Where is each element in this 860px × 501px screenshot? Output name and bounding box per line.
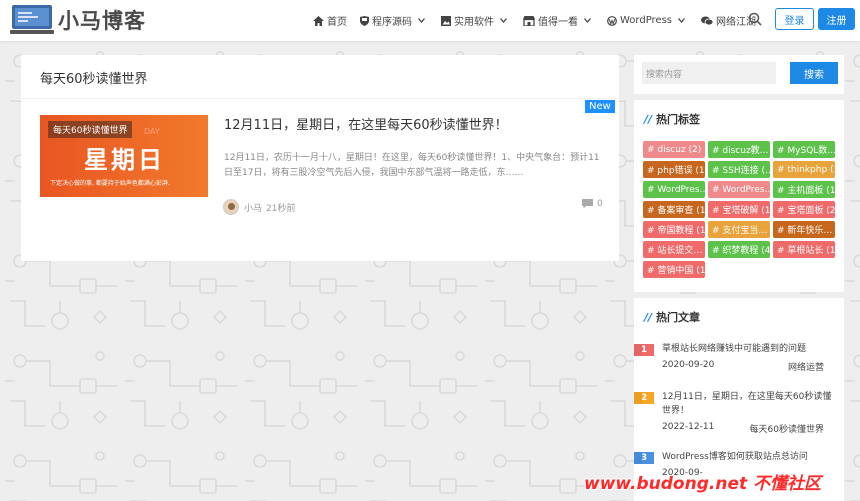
nav-software[interactable]: 实用软件: [441, 13, 510, 28]
chevron-down-icon: [678, 18, 686, 23]
login-button[interactable]: 登录: [775, 8, 814, 30]
image-icon: [441, 15, 451, 26]
logo-text: 小马博客: [58, 9, 146, 33]
search-icon[interactable]: [748, 12, 762, 26]
page-title: 每天60秒读懂世界: [40, 72, 148, 87]
post-title-link[interactable]: 12月11日，星期日，在这里每天60秒读懂世界！: [224, 114, 508, 133]
post-time: 21秒前: [266, 203, 296, 214]
tag-item[interactable]: # MySQL数…: [773, 141, 835, 158]
tag-item[interactable]: # discuz教…: [708, 141, 770, 158]
post-author[interactable]: 小马: [244, 201, 262, 214]
rank-badge: 3: [634, 452, 654, 464]
nav-wordpress[interactable]: WordPress: [607, 15, 688, 26]
tag-item[interactable]: # php错误 (1): [643, 161, 705, 178]
tag-item[interactable]: # 支付宝当…: [708, 221, 770, 238]
tag-item[interactable]: # SSH连接 (…: [708, 161, 770, 178]
home-icon: [313, 15, 324, 26]
chevron-down-icon: [418, 18, 425, 23]
tag-item[interactable]: # 营销中国 (1): [643, 261, 705, 278]
tag-item[interactable]: # discuz (2): [643, 141, 705, 158]
tag-item[interactable]: # 帝国教程 (1): [643, 221, 705, 238]
nav-source-code-label: 程序源码: [372, 17, 412, 28]
main-content: 每天60秒读懂世界 New DAY 每天60秒读懂世界 星期日 下定决心做的事,…: [21, 55, 619, 261]
hot-tags-widget: // 热门标签 # discuz (2) # discuz教… # MySQL数… #…: [634, 100, 844, 292]
post-meta: 小马 21秒前: [223, 199, 295, 215]
hot-posts-title: 热门文章: [656, 311, 701, 324]
tag-item[interactable]: # 草根站长 (1): [773, 241, 835, 258]
tag-item[interactable]: # 织梦教程 (4): [708, 241, 770, 258]
thumbnail-ghost-text: DAY: [144, 127, 160, 136]
hot-post-title[interactable]: WordPress博客如何获取站点总访问: [662, 450, 832, 464]
hot-post-category[interactable]: 网络运营: [788, 360, 824, 373]
watermark: www.budong.net 不懂社区: [584, 474, 822, 494]
tag-item[interactable]: # 主机面板 (1): [773, 181, 835, 198]
hot-post-date: 2020-09-20: [662, 360, 715, 370]
post-thumbnail[interactable]: DAY 每天60秒读懂世界 星期日 下定决心做的事, 都要持于始声色都满心彭湃.: [40, 115, 208, 197]
tag-item[interactable]: # 新年快乐…: [773, 221, 835, 238]
thumbnail-headline: 星期日: [84, 146, 165, 174]
new-badge: New: [585, 100, 615, 113]
hot-post-title[interactable]: 草根站长网络赚钱中可能遇到的问题: [662, 342, 832, 356]
search-input[interactable]: 搜索内容: [642, 62, 776, 84]
nav-worth-reading[interactable]: 值得一看: [523, 13, 594, 28]
tag-item[interactable]: # 宝塔破解 (1): [708, 201, 770, 218]
heading-slash-icon: //: [644, 310, 653, 324]
hot-post-title[interactable]: 12月11日，星期日，在这里每天60秒读懂世界！: [662, 390, 832, 418]
tag-item[interactable]: # 备案审查 (1): [643, 201, 705, 218]
heading-slash-icon: //: [644, 112, 653, 126]
nav-software-label: 实用软件: [454, 17, 494, 28]
site-header: 小马博客 首页 程序源码 实用软件 值得一看 WordPress 网络江湖 登录…: [0, 0, 860, 41]
hot-posts-heading: // 热门文章: [644, 309, 700, 325]
tag-item[interactable]: # thinkphp (1): [773, 161, 835, 178]
post-excerpt: 12月11日，农历十一月十八，星期日！在这里，每天60秒读懂世界！1、中央气象台…: [224, 153, 600, 178]
rank-badge: 1: [634, 344, 654, 356]
thumbnail-caption: 下定决心做的事, 都要持于始声色都满心彭湃.: [50, 180, 170, 187]
rank-badge: 2: [634, 392, 654, 404]
nav-home-label: 首页: [327, 17, 347, 28]
nav-worth-reading-label: 值得一看: [538, 17, 578, 28]
sidebar-search: 搜索内容 搜索: [634, 55, 844, 94]
nav-wordpress-label: WordPress: [620, 15, 673, 26]
tag-item[interactable]: # 站长提交…: [643, 241, 705, 258]
wordpress-icon: [607, 15, 617, 26]
tag-item[interactable]: # WordPres…: [708, 181, 770, 198]
hot-tags-heading: // 热门标签: [644, 111, 700, 127]
comment-count-value: 0: [597, 199, 603, 209]
avatar[interactable]: [223, 199, 239, 215]
tag-item[interactable]: # WordPres…: [643, 181, 705, 198]
register-button[interactable]: 注册: [818, 8, 855, 30]
chevron-down-icon: [584, 18, 591, 23]
nav-source-code[interactable]: 程序源码: [360, 13, 428, 28]
comment-icon: [582, 199, 593, 209]
divider: [21, 98, 619, 99]
hot-tags-title: 热门标签: [656, 113, 701, 126]
chevron-down-icon: [500, 18, 507, 23]
nav-home[interactable]: 首页: [313, 13, 347, 28]
search-button[interactable]: 搜索: [790, 62, 838, 84]
main-nav: 首页 程序源码 实用软件 值得一看 WordPress 网络江湖: [313, 0, 769, 41]
site-logo[interactable]: 小马博客: [10, 4, 146, 36]
hot-post-category[interactable]: 每天60秒读懂世界: [750, 422, 824, 435]
chat-icon: [701, 16, 714, 25]
thumbnail-category-tag: 每天60秒读懂世界: [48, 121, 133, 138]
hot-post-date: 2022-12-11: [662, 422, 715, 432]
store-icon: [523, 15, 535, 26]
tag-item[interactable]: # 宝塔面板 (2): [773, 201, 835, 218]
comment-count[interactable]: 0: [582, 199, 603, 209]
computer-icon: [10, 5, 54, 34]
shield-icon: [360, 15, 369, 26]
